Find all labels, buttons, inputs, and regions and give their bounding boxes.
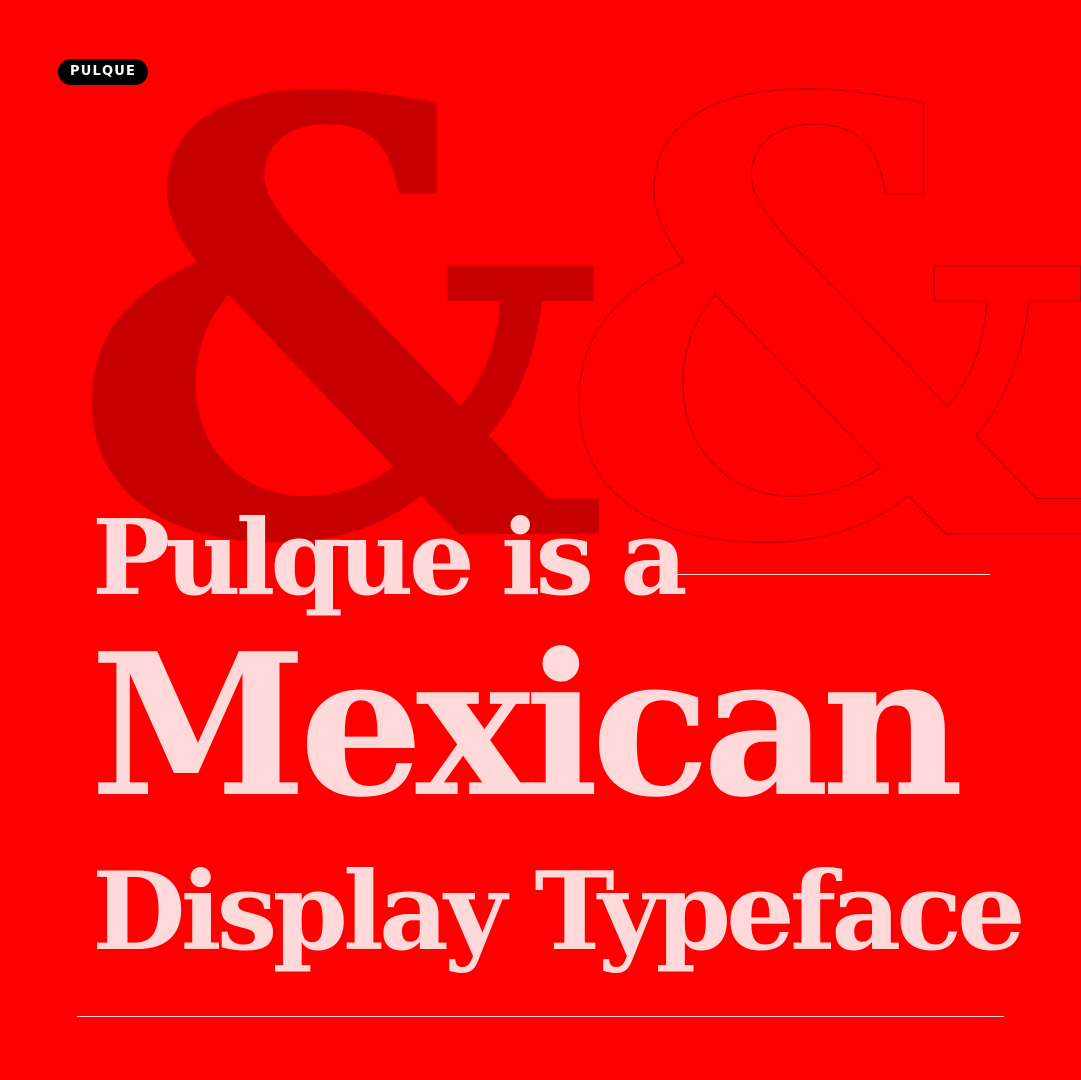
bottom-divider <box>77 1016 1004 1017</box>
headline-line-1: Pulque is a <box>92 496 688 619</box>
poster: PULQUE & & Pulque is a Mexican Display T… <box>0 0 1081 1080</box>
ampersand-solid-glyph: & <box>68 0 610 676</box>
headline-divider-top <box>678 574 990 575</box>
ampersand-outline-glyph: & <box>554 0 1081 676</box>
headline-line-2: Mexican <box>90 611 964 841</box>
headline-line-3: Display Typeface <box>92 849 1026 975</box>
